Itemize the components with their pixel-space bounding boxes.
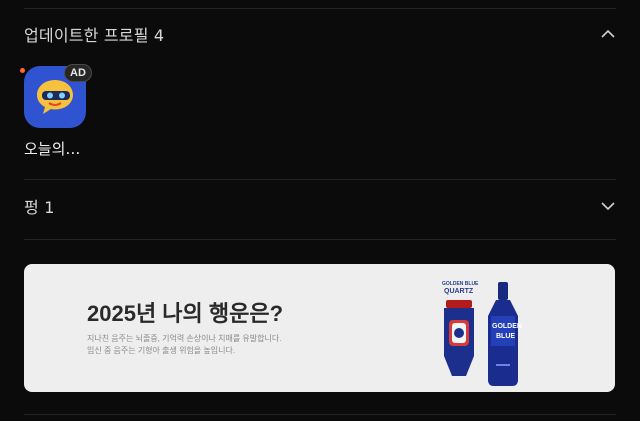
chevron-down-icon[interactable]: [600, 198, 616, 214]
profiles-section-header[interactable]: 업데이트한 프로필 4: [24, 14, 616, 54]
app-icon-wrap[interactable]: AD: [20, 64, 92, 128]
app-name[interactable]: 오늘의…: [24, 138, 116, 159]
top-divider: [24, 8, 616, 9]
product-logo-top: GOLDEN BLUE: [442, 281, 479, 287]
ad-banner[interactable]: 2025년 나의 행운은? 지나친 음주는 뇌졸중, 기억력 손상이나 치매를 …: [24, 264, 615, 392]
liquor-product-image: GOLDEN BLUE QUARTZ GOLDEN BLUE: [442, 281, 522, 386]
followers-section-title: 펑 1: [24, 198, 55, 217]
section-divider-2: [24, 239, 616, 240]
profiles-section-title: 업데이트한 프로필 4: [24, 26, 165, 45]
followers-section-header[interactable]: 펑 1: [24, 186, 616, 226]
bottom-divider: [24, 414, 616, 415]
product-logo-bottom: QUARTZ: [444, 288, 474, 295]
bottle-label-line2: BLUE: [496, 333, 515, 340]
profile-item[interactable]: AD 오늘의…: [20, 64, 116, 159]
ad-badge: AD: [64, 64, 92, 82]
bottle-label-line1: GOLDEN: [492, 323, 522, 330]
new-update-dot: [20, 68, 25, 73]
banner-headline: 2025년 나의 행운은?: [87, 301, 284, 326]
section-divider: [24, 179, 616, 180]
chevron-up-icon[interactable]: [600, 26, 616, 42]
banner-warning-line2: 임신 중 음주는 기형아 출생 위험을 높입니다.: [87, 346, 236, 355]
banner-warning-line1: 지나친 음주는 뇌졸중, 기억력 손상이나 치매를 유발합니다.: [87, 334, 282, 343]
